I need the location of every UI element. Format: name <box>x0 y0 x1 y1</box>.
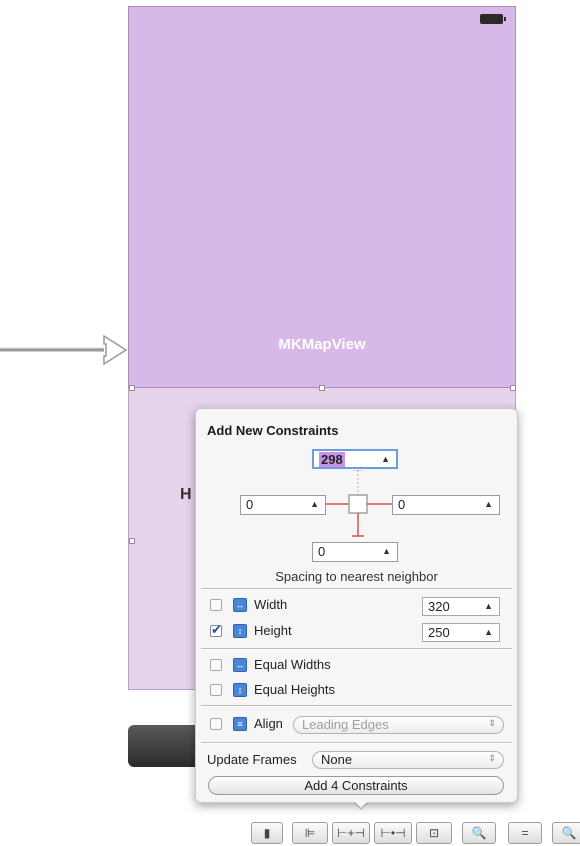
equal-heights-icon: ↕ <box>233 683 247 697</box>
spacing-label: Spacing to nearest neighbor <box>275 569 438 584</box>
partial-label: H <box>180 486 192 503</box>
equal-widths-checkbox[interactable] <box>210 659 222 671</box>
width-constraint-icon: ↔ <box>233 598 247 612</box>
updown-icon: ⇕ <box>488 753 496 763</box>
width-field[interactable]: 320 ▲ <box>422 597 500 616</box>
add-constraints-button[interactable]: Add 4 Constraints <box>208 776 504 795</box>
resolve-icon[interactable]: ⊢•⊣ <box>374 822 412 844</box>
resize-handle-bottom-left[interactable] <box>129 385 135 391</box>
equal-heights-label: Equal Heights <box>254 682 335 697</box>
bottom-spacing-value: 0 <box>318 544 326 559</box>
update-frames-label: Update Frames <box>207 752 297 767</box>
align-checkbox[interactable] <box>210 718 222 730</box>
stepper-icon[interactable]: ▲ <box>484 499 493 509</box>
divider <box>201 705 512 707</box>
height-checkbox[interactable] <box>210 622 222 638</box>
updown-icon: ⇕ <box>488 718 496 728</box>
left-spacing-value: 0 <box>246 497 254 512</box>
align-value: Leading Edges <box>302 717 389 732</box>
width-label: Width <box>254 597 288 612</box>
align-icon[interactable]: ⊫ <box>292 822 328 844</box>
pin-icon[interactable]: ⊢+⊣ <box>332 822 370 844</box>
button-element[interactable] <box>128 725 200 767</box>
left-spacing-field[interactable]: 0 ▲ <box>240 495 326 515</box>
width-value: 320 <box>428 599 450 614</box>
resize-handle-left[interactable] <box>129 538 135 544</box>
zoom-actual-icon[interactable]: = <box>508 822 542 844</box>
stepper-icon[interactable]: ▲ <box>381 454 390 464</box>
align-label: Align <box>254 716 283 731</box>
align-select[interactable]: Leading Edges ⇕ <box>293 716 504 734</box>
equal-widths-label: Equal Widths <box>254 657 331 672</box>
bottom-spacing-field[interactable]: 0 ▲ <box>312 542 398 562</box>
popover-title: Add New Constraints <box>207 423 339 438</box>
resizing-icon[interactable]: ⊡ <box>416 822 452 844</box>
constraint-diagram <box>319 470 395 537</box>
stepper-icon[interactable]: ▲ <box>484 601 493 611</box>
battery-icon <box>480 14 506 24</box>
align-icon: ≡ <box>233 717 247 731</box>
right-spacing-field[interactable]: 0 ▲ <box>392 495 500 515</box>
zoom-in-icon[interactable]: 🔍 <box>552 822 580 844</box>
update-frames-select[interactable]: None ⇕ <box>312 751 504 769</box>
divider <box>201 648 512 650</box>
entry-point-arrow-icon <box>0 334 128 366</box>
height-constraint-icon: ↕ <box>233 624 247 638</box>
stepper-icon[interactable]: ▲ <box>310 499 319 509</box>
right-spacing-value: 0 <box>398 497 406 512</box>
stepper-icon[interactable]: ▲ <box>382 546 391 556</box>
height-value: 250 <box>428 625 450 640</box>
equal-widths-icon: ↔ <box>233 658 247 672</box>
zoom-out-icon[interactable]: 🔍 <box>462 822 496 844</box>
popover-tail <box>348 795 374 808</box>
height-field[interactable]: 250 ▲ <box>422 623 500 642</box>
document-outline-icon[interactable]: ▮ <box>251 822 283 844</box>
resize-handle-bottom[interactable] <box>319 385 325 391</box>
divider <box>201 742 512 744</box>
divider <box>201 588 512 590</box>
height-label: Height <box>254 623 292 638</box>
map-view[interactable] <box>128 6 516 388</box>
stepper-icon[interactable]: ▲ <box>484 627 493 637</box>
update-frames-value: None <box>321 752 353 767</box>
resize-handle-bottom-right[interactable] <box>510 385 516 391</box>
map-view-label: MKMapView <box>278 336 366 353</box>
top-spacing-field[interactable]: 298 ▲ <box>312 449 398 469</box>
width-checkbox[interactable] <box>210 599 222 611</box>
top-spacing-value: 298 <box>319 452 345 467</box>
equal-heights-checkbox[interactable] <box>210 684 222 696</box>
